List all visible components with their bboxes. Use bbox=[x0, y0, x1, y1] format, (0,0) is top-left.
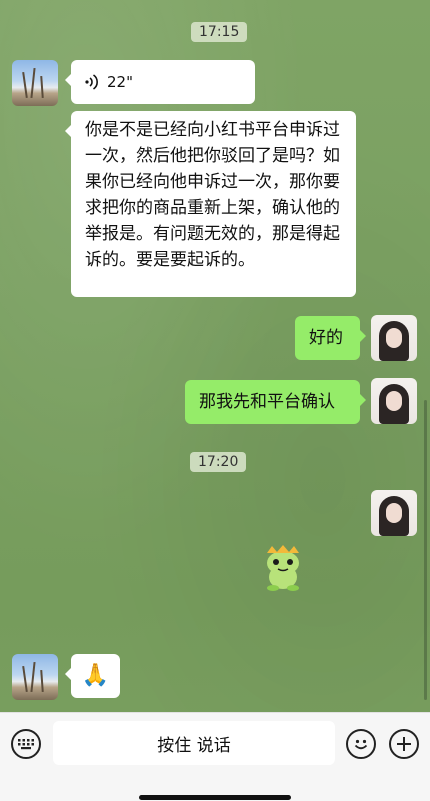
plus-icon bbox=[397, 737, 411, 751]
self-avatar[interactable] bbox=[371, 315, 417, 361]
home-indicator[interactable] bbox=[139, 795, 291, 800]
voice-wave-icon bbox=[85, 74, 98, 90]
voice-duration: 22" bbox=[107, 73, 133, 91]
pray-emoji: 🙏 bbox=[81, 663, 110, 688]
contact-avatar[interactable] bbox=[12, 654, 58, 700]
smiley-icon bbox=[354, 739, 368, 750]
outgoing-text-message[interactable]: 那我先和平台确认 bbox=[185, 380, 366, 424]
message-text: 那我先和平台确认 bbox=[199, 392, 335, 412]
hold-to-talk-label: 按住 说话 bbox=[157, 735, 231, 756]
hold-to-talk-button[interactable]: 按住 说话 bbox=[53, 721, 335, 765]
keyboard-icon bbox=[18, 739, 34, 750]
frog-sticker[interactable] bbox=[258, 543, 308, 593]
self-avatar[interactable] bbox=[371, 490, 417, 536]
incoming-text-message[interactable]: 你是不是已经向小红书平台申诉过一次，然后他把你驳回了是吗？如果你已经向他申诉过一… bbox=[65, 111, 356, 297]
message-text: 你是不是已经向小红书平台申诉过一次，然后他把你驳回了是吗？如果你已经向他申诉过一… bbox=[85, 120, 340, 270]
timestamp: 17:20 bbox=[190, 452, 247, 472]
timestamp: 17:15 bbox=[191, 22, 248, 42]
outgoing-text-message[interactable]: 好的 bbox=[295, 316, 366, 360]
emoji-message[interactable]: 🙏 bbox=[65, 654, 120, 698]
contact-avatar[interactable] bbox=[12, 60, 58, 106]
message-text: 好的 bbox=[309, 328, 343, 348]
voice-message[interactable]: 22" bbox=[65, 60, 255, 104]
keyboard-toggle-button[interactable] bbox=[11, 729, 41, 759]
self-avatar[interactable] bbox=[371, 378, 417, 424]
scrollbar[interactable] bbox=[424, 400, 427, 700]
more-button[interactable] bbox=[389, 729, 419, 759]
chat-area[interactable]: 17:15 22" 你是不是已经向小红书平台申诉过一次，然后他把你驳回了是吗？如… bbox=[0, 0, 430, 712]
emoji-button[interactable] bbox=[346, 729, 376, 759]
input-bar: 按住 说话 bbox=[0, 712, 430, 801]
